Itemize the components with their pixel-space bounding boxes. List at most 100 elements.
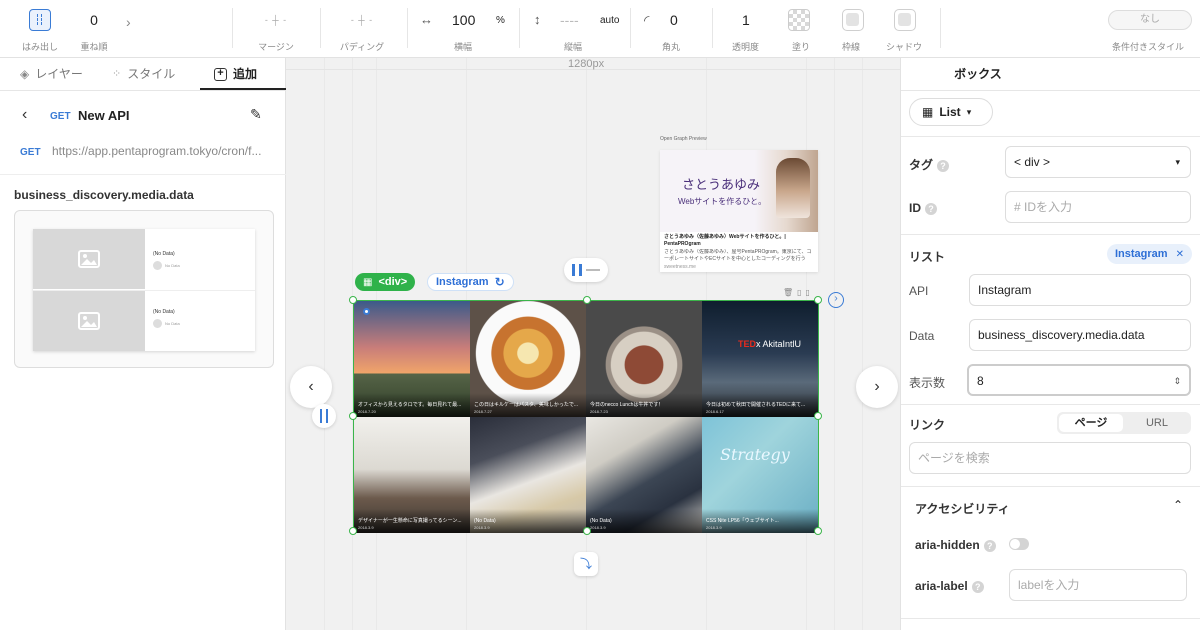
div-tag-label: <div>: [378, 276, 408, 288]
stepper-icon[interactable]: ⇕: [1173, 366, 1181, 396]
tab-box[interactable]: ボックス: [905, 58, 1051, 90]
tab-layers[interactable]: ◈ レイヤー: [20, 58, 83, 90]
link-type-toggle[interactable]: ページ URL: [1057, 412, 1191, 434]
view-mode-select[interactable]: ▦ List ▾: [909, 98, 993, 126]
instagram-source-tag[interactable]: Instagram ↻: [427, 273, 514, 291]
padding-control[interactable]: - ┼ - パディング: [334, 0, 390, 58]
post-caption: オフィスから見えるタロです。毎日見れて最...: [358, 402, 462, 408]
spacing-handle[interactable]: [312, 404, 336, 428]
width-value[interactable]: 100: [452, 12, 475, 28]
width-control[interactable]: 100 % 横幅: [440, 0, 510, 58]
div-element-tag[interactable]: ▦ <div>: [355, 273, 416, 291]
api-input[interactable]: Instagram: [969, 274, 1191, 306]
resize-handle[interactable]: [814, 296, 822, 304]
overflow-control[interactable]: はみ出し: [18, 0, 62, 58]
tab-add[interactable]: + 追加: [214, 58, 257, 90]
list-item[interactable]: (No Data) 2018.3.9: [586, 417, 702, 533]
fill-control[interactable]: 塗り: [782, 0, 818, 58]
help-icon: ?: [925, 202, 937, 215]
tab-layers-label: レイヤー: [35, 67, 83, 81]
design-canvas[interactable]: 1280px Open Graph Preview さとうあゆみ Webサイトを…: [286, 58, 900, 630]
wrap-direction-icon[interactable]: ⤵: [574, 552, 598, 576]
og-sub: Webサイトを作るひと。: [678, 197, 767, 206]
og-description: さとうあゆみ（佐藤あゆみ）、屋号PentaPROgram。東京にて、コーポレート…: [664, 249, 812, 262]
layers-icon: ◈: [20, 67, 30, 81]
border-control[interactable]: 枠線: [836, 0, 872, 58]
list-item[interactable]: Strategy CSS Nite LP56「ウェブサイト... 2018.3.9: [702, 417, 818, 533]
hash-icon: #: [1014, 200, 1021, 214]
list-item[interactable]: この日はキルケーはパスタ、美味しかったで... 2018.7.27: [470, 301, 586, 417]
resize-handle[interactable]: [349, 527, 357, 535]
list-item[interactable]: オフィスから見えるタロです。毎日見れて最... 2018.7.20: [354, 301, 470, 417]
list-item[interactable]: TEDx AkitaIntlU 今日は初めて秋田で開催されるTEDに来て... 2…: [702, 301, 818, 417]
edit-pencil-icon[interactable]: ✎: [250, 106, 262, 123]
data-input[interactable]: business_discovery.media.data: [969, 319, 1191, 351]
aria-label-input[interactable]: labelを入力: [1009, 569, 1187, 601]
resize-handle[interactable]: [583, 296, 591, 304]
width-unit[interactable]: %: [496, 15, 505, 26]
chevron-right-icon[interactable]: ›: [126, 14, 131, 30]
data-label: Data: [909, 329, 935, 343]
id-label: ID?: [909, 201, 937, 215]
tag-select[interactable]: < div > ▾: [1005, 146, 1191, 178]
radius-control[interactable]: 0 角丸: [656, 0, 706, 58]
resize-handle[interactable]: [583, 527, 591, 535]
height-control[interactable]: ---- auto 縦幅: [552, 0, 632, 58]
back-arrow-icon[interactable]: ‹: [22, 106, 27, 124]
refresh-icon[interactable]: ↻: [495, 275, 505, 289]
list-item[interactable]: デザイナーが一生懸命に写真撮ってるシーン... 2018.3.9: [354, 417, 470, 533]
data-preview-card[interactable]: (No Data) No Data (No Data) No Data: [14, 210, 274, 368]
radius-value[interactable]: 0: [670, 12, 678, 28]
canvas-width-label: 1280px: [568, 58, 605, 70]
margin-control[interactable]: - ┼ - マージン: [248, 0, 304, 58]
resize-handle[interactable]: [814, 412, 822, 420]
url-method: GET: [20, 147, 41, 158]
height-value[interactable]: ----: [560, 12, 579, 28]
chevron-right-icon[interactable]: ›: [828, 292, 844, 308]
next-arrow-button[interactable]: ›: [856, 366, 898, 408]
opacity-value[interactable]: 1: [742, 12, 750, 28]
element-actions[interactable]: 🗑▯▯: [783, 288, 814, 297]
tab-style[interactable]: ⁘ スタイル: [112, 58, 175, 90]
link-tab-page[interactable]: ページ: [1059, 414, 1123, 432]
layout-toggle-button[interactable]: [564, 258, 608, 282]
aria-hidden-toggle[interactable]: [1009, 538, 1029, 550]
og-name: さとうあゆみ: [682, 177, 761, 192]
id-input[interactable]: # IDを入力: [1005, 191, 1191, 223]
view-mode-label: List: [939, 105, 961, 119]
resize-handle[interactable]: [349, 412, 357, 420]
preview-nodata-text: (No Data): [153, 251, 175, 257]
corner-radius-icon: ◜: [644, 12, 650, 28]
data-preview-thumbnail: (No Data) No Data (No Data) No Data: [33, 229, 255, 351]
count-label: 表示数: [909, 376, 946, 390]
opacity-control[interactable]: 1 透明度: [726, 0, 766, 58]
chevron-up-icon[interactable]: ⌃: [1173, 498, 1183, 512]
page-search-input[interactable]: ページを検索: [909, 442, 1191, 474]
resize-handle[interactable]: [349, 296, 357, 304]
post-caption: この日はキルケーはパスタ、美味しかったで...: [474, 402, 579, 408]
help-icon: ?: [983, 539, 996, 552]
resize-handle[interactable]: [814, 527, 822, 535]
og-preview-card[interactable]: さとうあゆみ Webサイトを作るひと。 さとうあゆみ（佐藤あゆみ）Webサイトを…: [660, 150, 818, 272]
z-index-control[interactable]: 0 重ね順: [74, 0, 114, 58]
prev-arrow-button[interactable]: ‹: [290, 366, 332, 408]
api-method: GET: [50, 111, 71, 122]
post-date: 2018.3.9: [474, 525, 490, 530]
conditional-style-button[interactable]: なし: [1108, 10, 1192, 30]
link-tab-url[interactable]: URL: [1125, 414, 1189, 432]
right-panel: ボックス ▦ List ▾ タグ? < div > ▾ ID? # IDを入力 …: [900, 58, 1200, 630]
shadow-control[interactable]: シャドウ: [884, 0, 928, 58]
instagram-list-grid[interactable]: オフィスから見えるタロです。毎日見れて最... 2018.7.20 この日はキルケ…: [349, 296, 822, 535]
list-item[interactable]: 今日のnecco Lunchは牛丼です！ 2018.7.23: [586, 301, 702, 417]
post-caption: 今日は初めて秋田で開催されるTEDに来て...: [706, 402, 806, 408]
padding-label: パディング: [339, 42, 385, 52]
margin-label: マージン: [258, 42, 294, 52]
post-date: 2018.7.20: [358, 409, 376, 414]
list-source-chip[interactable]: Instagram ✕: [1107, 244, 1192, 264]
shadow-swatch-icon: [894, 9, 916, 31]
close-icon[interactable]: ✕: [1176, 249, 1184, 260]
height-unit[interactable]: auto: [600, 15, 619, 26]
list-item[interactable]: (No Data) 2018.3.9: [470, 417, 586, 533]
count-stepper[interactable]: 8 ⇕: [967, 364, 1191, 396]
chevron-down-icon: ▾: [1175, 157, 1180, 167]
